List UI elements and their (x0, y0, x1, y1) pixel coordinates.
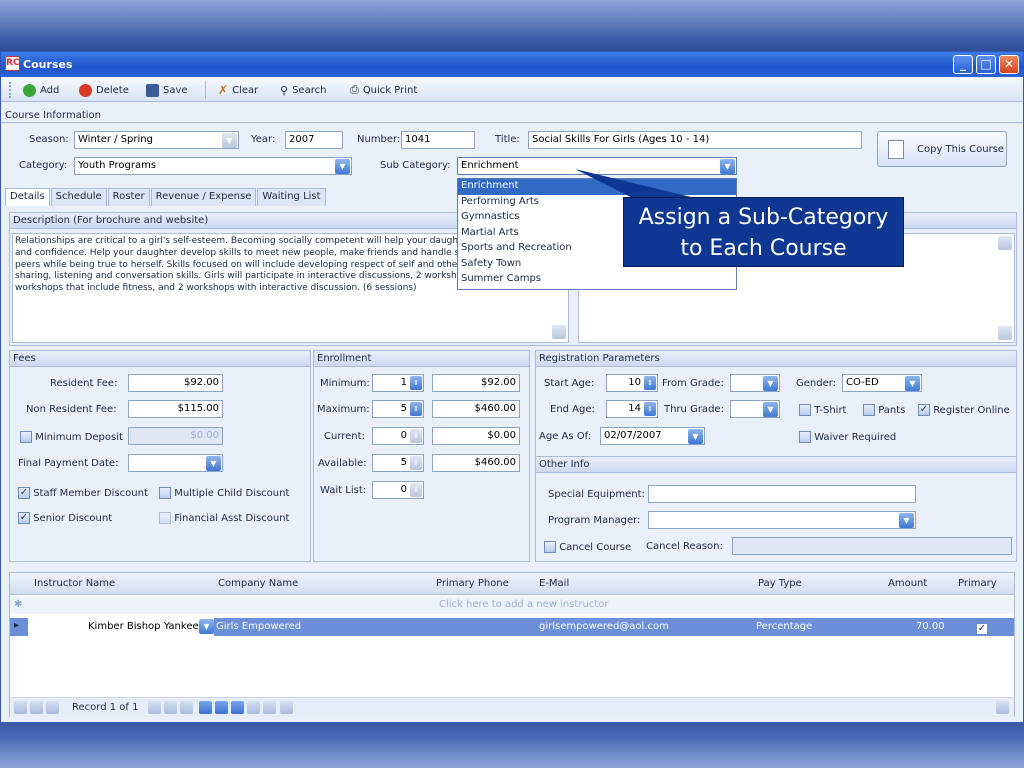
callout-box: Assign a Sub-Category to Each Course (623, 197, 904, 267)
callout-line-2: to Each Course (680, 236, 847, 261)
callout-line-1: Assign a Sub-Category (638, 205, 889, 230)
callout-pointer (575, 169, 745, 232)
